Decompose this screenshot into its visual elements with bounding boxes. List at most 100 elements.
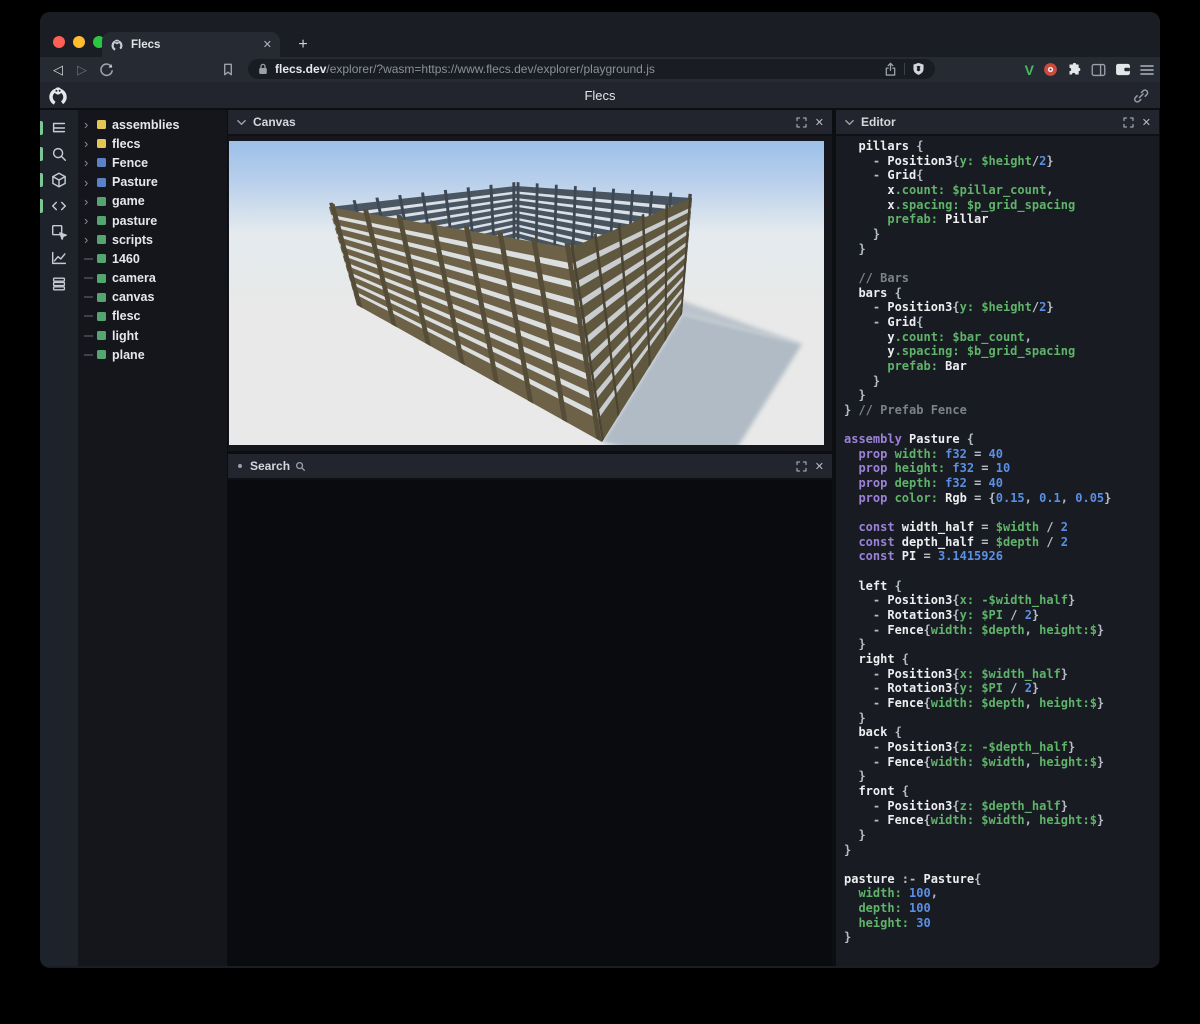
bookmarks-button[interactable] <box>216 62 240 77</box>
fullscreen-icon[interactable] <box>1123 117 1134 128</box>
entity-color-swatch <box>97 293 106 302</box>
code-line: right { <box>844 652 1159 667</box>
sidebar-item-stats[interactable] <box>49 248 69 268</box>
code-line: } // Prefab Fence <box>844 403 1159 418</box>
entity-color-swatch <box>97 350 106 359</box>
entity-color-swatch <box>97 178 106 187</box>
close-panel-icon[interactable]: ✕ <box>815 116 824 129</box>
reload-button[interactable] <box>94 62 118 77</box>
window-controls <box>53 36 105 48</box>
collapsed-indicator-icon[interactable] <box>238 464 242 468</box>
wallet-icon[interactable] <box>1115 63 1131 76</box>
entity-tree: ›assemblies›flecs›Fence›Pasture›game›pas… <box>78 110 228 966</box>
expand-chevron-icon[interactable]: › <box>84 195 97 208</box>
expand-chevron-icon[interactable]: › <box>84 137 97 150</box>
sidebar-item-data[interactable] <box>49 274 69 294</box>
sidebar-toggle-icon[interactable] <box>1091 63 1106 77</box>
vimium-extension-icon[interactable]: V <box>1025 62 1034 78</box>
tree-item-assemblies[interactable]: ›assemblies <box>78 115 227 134</box>
expand-chevron-icon[interactable]: › <box>84 176 97 189</box>
forward-button[interactable]: ▷ <box>70 62 94 78</box>
tab-title: Flecs <box>131 39 263 51</box>
search-panel-content[interactable] <box>228 480 832 966</box>
code-line: depth: 100 <box>844 901 1159 916</box>
close-window-button[interactable] <box>53 36 65 48</box>
code-line <box>844 505 1159 520</box>
entity-color-swatch <box>97 216 106 225</box>
minimize-window-button[interactable] <box>73 36 85 48</box>
sidebar-item-inspect[interactable] <box>49 222 69 242</box>
reload-icon <box>99 62 114 77</box>
rows-icon <box>50 275 68 293</box>
tree-item-flecs[interactable]: › flecs <box>78 134 227 153</box>
tree-item-pasture[interactable]: › pasture <box>78 211 227 230</box>
fullscreen-icon[interactable] <box>796 117 807 128</box>
tree-item-label: canvas <box>112 290 154 304</box>
tree-item-plane[interactable]: plane <box>78 345 227 364</box>
sidebar-item-tree-view[interactable] <box>49 118 69 138</box>
tree-item-light[interactable]: light <box>78 326 227 345</box>
code-line: } <box>844 637 1159 652</box>
browser-tab[interactable]: Flecs ✕ <box>102 32 280 57</box>
editor-code[interactable]: pillars { - Position3{y: $height/2} - Gr… <box>836 136 1159 966</box>
tree-item-camera[interactable]: camera <box>78 269 227 288</box>
extensions-puzzle-icon[interactable] <box>1067 62 1082 77</box>
fullscreen-icon[interactable] <box>796 461 807 472</box>
tree-item-flesc[interactable]: flesc <box>78 307 227 326</box>
code-line <box>844 857 1159 872</box>
expand-chevron-icon[interactable]: › <box>84 156 97 169</box>
code-line: } <box>844 242 1159 257</box>
tree-item-label: Pasture <box>112 175 158 189</box>
sidebar-item-code[interactable] <box>49 196 69 216</box>
tree-item-1460[interactable]: 1460 <box>78 249 227 268</box>
expand-chevron-icon[interactable]: › <box>84 118 97 131</box>
panel-title: Search <box>250 459 290 473</box>
url-domain: flecs.dev <box>275 62 326 76</box>
active-indicator <box>40 173 43 187</box>
tab-close-icon[interactable]: ✕ <box>263 38 272 51</box>
address-bar[interactable]: flecs.dev/explorer/?wasm=https://www.fle… <box>248 59 935 79</box>
expand-chevron-icon[interactable]: › <box>84 214 97 227</box>
tree-item-label: scripts <box>112 233 153 247</box>
entity-color-swatch <box>97 197 106 206</box>
code-line <box>844 564 1159 579</box>
canvas-panel-header[interactable]: Canvas ✕ <box>228 110 832 136</box>
sidebar-item-scene[interactable] <box>49 170 69 190</box>
flecs-favicon <box>110 38 124 52</box>
close-panel-icon[interactable]: ✕ <box>815 460 824 473</box>
tree-item-label: pasture <box>112 214 157 228</box>
entity-color-swatch <box>97 331 106 340</box>
menu-icon[interactable] <box>1140 64 1154 76</box>
close-panel-icon[interactable]: ✕ <box>1142 116 1151 129</box>
editor-panel-header[interactable]: Editor ✕ <box>836 110 1159 136</box>
share-link-icon[interactable] <box>1132 87 1150 105</box>
code-line: - Position3{x: -$width_half} <box>844 593 1159 608</box>
back-button[interactable]: ◁ <box>46 62 70 78</box>
sidebar-item-search[interactable] <box>49 144 69 164</box>
tree-item-Pasture[interactable]: › Pasture <box>78 173 227 192</box>
search-panel-header[interactable]: Search ✕ <box>228 454 832 480</box>
tree-item-game[interactable]: ›game <box>78 192 227 211</box>
chevron-down-icon[interactable] <box>236 118 247 127</box>
tree-item-scripts[interactable]: › scripts <box>78 230 227 249</box>
red-extension-icon[interactable] <box>1043 62 1058 77</box>
new-tab-button[interactable]: + <box>290 32 316 57</box>
brave-shield-icon[interactable] <box>912 62 925 76</box>
expand-chevron-icon[interactable]: › <box>84 233 97 246</box>
code-line: - Fence{width: $depth, height:$} <box>844 623 1159 638</box>
tree-item-Fence[interactable]: ›Fence <box>78 153 227 172</box>
active-indicator <box>40 199 43 213</box>
code-line: } <box>844 374 1159 389</box>
extension-icons: V <box>1025 62 1154 78</box>
3d-viewport[interactable] <box>229 141 824 445</box>
url-path: /explorer/?wasm=https://www.flecs.dev/ex… <box>326 62 654 76</box>
tree-item-label: flecs <box>112 137 141 151</box>
code-icon <box>50 197 68 215</box>
code-line: } <box>844 711 1159 726</box>
chevron-down-icon[interactable] <box>844 118 855 127</box>
share-icon[interactable] <box>884 62 897 77</box>
tree-item-canvas[interactable]: canvas <box>78 288 227 307</box>
tree-view-icon <box>50 119 68 137</box>
code-line: prop color: Rgb = {0.15, 0.1, 0.05} <box>844 491 1159 506</box>
divider <box>904 63 905 75</box>
